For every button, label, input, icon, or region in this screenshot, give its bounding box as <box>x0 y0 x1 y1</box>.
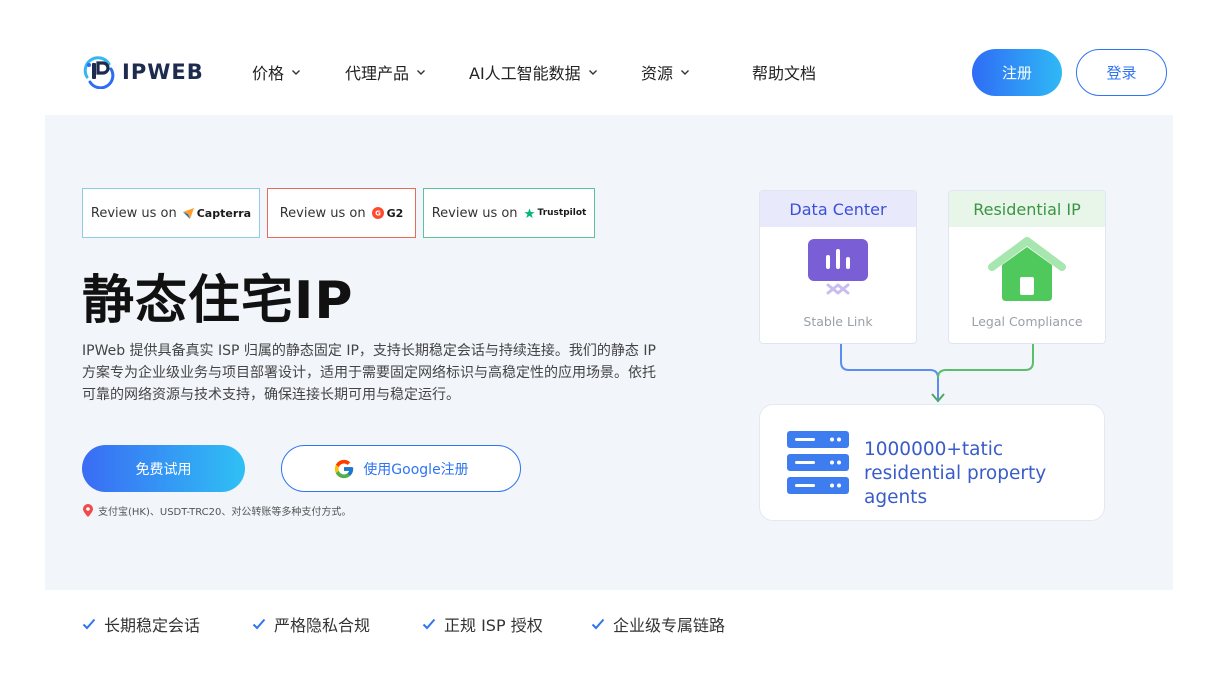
review-brand: Capterra <box>182 206 252 220</box>
feature-label: 严格隐私合规 <box>274 616 371 635</box>
review-brand: G G2 <box>371 206 404 220</box>
review-brand-name: Capterra <box>196 206 252 220</box>
hero-description: IPWeb 提供具备真实 ISP 归属的静态固定 IP，支持长期稳定会话与持续连… <box>82 343 656 403</box>
feature-item: 企业级专属链路 <box>591 612 725 636</box>
chevron-down-icon <box>681 70 690 75</box>
presentation-chart-icon <box>760 237 916 299</box>
house-icon <box>949 237 1105 303</box>
nav-item-label: AI人工智能数据 <box>469 64 581 83</box>
review-prefix: Review us on <box>90 205 177 221</box>
data-center-footer: Stable Link <box>803 314 873 329</box>
google-signup-label: 使用Google注册 <box>363 461 469 478</box>
feature-item: 严格隐私合规 <box>252 612 370 636</box>
diagram-connector <box>840 344 1034 403</box>
login-button[interactable]: 登录 <box>1076 49 1167 96</box>
chevron-down-icon <box>588 70 597 75</box>
nav-item-help-docs[interactable]: 帮助文档 <box>752 60 816 84</box>
ipweb-logo-icon <box>82 55 116 90</box>
feature-label: 企业级专属链路 <box>613 616 726 635</box>
capterra-icon <box>182 207 194 219</box>
data-center-title: Data Center <box>760 191 916 227</box>
review-capterra-badge[interactable]: Review us on Capterra <box>82 188 260 238</box>
data-center-card: Data Center Stable Link <box>759 190 917 344</box>
logo[interactable]: IPWEB <box>82 55 204 90</box>
check-icon <box>252 618 266 630</box>
check-icon <box>591 618 605 630</box>
feature-label: 长期稳定会话 <box>104 616 201 635</box>
location-pin-icon <box>83 503 93 517</box>
nav-item-proxy-products[interactable]: 代理产品 <box>345 60 426 84</box>
register-button[interactable]: 注册 <box>972 49 1062 96</box>
nav-item-label: 资源 <box>641 64 674 83</box>
nav-item-label: 价格 <box>252 64 285 83</box>
nav-item-pricing[interactable]: 价格 <box>252 60 301 84</box>
nav-item-resources[interactable]: 资源 <box>641 60 690 84</box>
agent-card: 1000000+tatic residential property agent… <box>759 404 1105 521</box>
review-prefix: Review us on <box>431 205 518 221</box>
site-header: IPWEB 价格 代理产品 AI人工智能数据 资源 帮助文档 注册 登录 <box>0 0 1219 115</box>
check-icon <box>422 618 436 630</box>
g2-icon: G <box>371 207 384 219</box>
chevron-down-icon <box>417 70 426 75</box>
payment-note: 支付宝(HK)、USDT-TRC20、对公转账等多种支付方式。 <box>82 503 351 518</box>
review-brand-name: Trustpilot <box>537 208 587 218</box>
review-brand-name: G2 <box>386 206 404 220</box>
review-trustpilot-badge[interactable]: Review us on Trustpilot <box>423 188 595 238</box>
review-brand: Trustpilot <box>524 207 587 219</box>
residential-ip-footer: Legal Compliance <box>971 314 1083 329</box>
nav-item-label: 帮助文档 <box>752 64 817 83</box>
feature-item: 正规 ISP 授权 <box>422 612 543 636</box>
nav-item-ai-data[interactable]: AI人工智能数据 <box>469 60 598 84</box>
trustpilot-star-icon <box>524 207 535 218</box>
google-signup-button[interactable]: 使用Google注册 <box>281 445 521 492</box>
logo-text: IPWEB <box>122 60 204 84</box>
feature-list: 长期稳定会话 严格隐私合规 正规 ISP 授权 企业级专属链路 <box>0 612 1219 640</box>
feature-label: 正规 ISP 授权 <box>444 616 543 635</box>
page-title: 静态住宅IP <box>82 271 354 331</box>
google-icon <box>335 459 354 478</box>
residential-ip-card: Residential IP Legal Compliance <box>948 190 1106 344</box>
review-g2-badge[interactable]: Review us on G G2 <box>267 188 416 238</box>
nav-item-label: 代理产品 <box>345 64 410 83</box>
chevron-down-icon <box>292 70 301 75</box>
svg-text:G: G <box>375 210 381 218</box>
server-icon <box>787 431 849 499</box>
check-icon <box>82 618 96 630</box>
payment-note-text: 支付宝(HK)、USDT-TRC20、对公转账等多种支付方式。 <box>98 507 352 518</box>
free-trial-button[interactable]: 免费试用 <box>82 445 245 492</box>
agent-count-text: 1000000+tatic residential property agent… <box>864 439 1047 508</box>
residential-ip-title: Residential IP <box>949 191 1105 227</box>
feature-item: 长期稳定会话 <box>82 612 200 636</box>
review-prefix: Review us on <box>279 205 366 221</box>
